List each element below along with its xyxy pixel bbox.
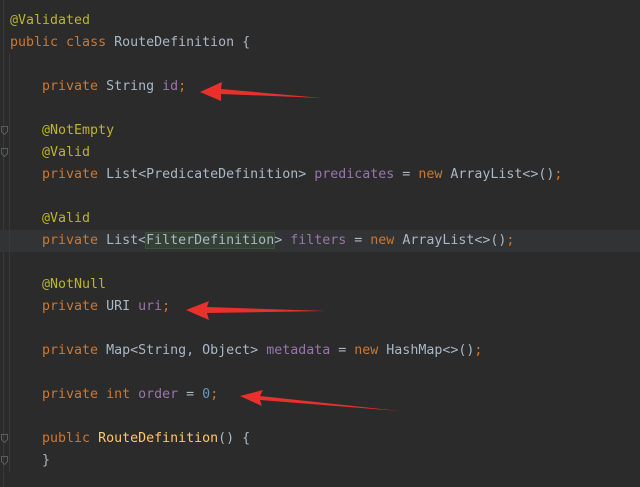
code-text: public RouteDefinition() { bbox=[10, 428, 250, 450]
code-text: @NotNull bbox=[10, 274, 106, 296]
code-text: @Valid bbox=[10, 142, 90, 164]
code-line[interactable]: public class RouteDefinition { bbox=[0, 32, 640, 54]
code-token: uri bbox=[138, 299, 163, 314]
code-token: private bbox=[10, 387, 107, 402]
code-token: private bbox=[10, 233, 107, 248]
code-text: } bbox=[10, 450, 50, 472]
code-token: FilterDefinition bbox=[145, 232, 276, 249]
indent-guide bbox=[9, 98, 10, 120]
code-line[interactable]: private Map<String, Object> metadata = n… bbox=[0, 340, 640, 362]
code-token: List< bbox=[106, 233, 147, 248]
code-text: private List<FilterDefinition> filters =… bbox=[10, 230, 514, 252]
indent-guide bbox=[9, 406, 10, 428]
code-token: } bbox=[10, 453, 51, 468]
indent-guide bbox=[9, 186, 10, 208]
code-line[interactable]: @Valid bbox=[0, 142, 640, 164]
code-text: @Valid bbox=[10, 208, 90, 230]
code-line[interactable] bbox=[0, 318, 640, 340]
code-token: ; bbox=[554, 167, 563, 182]
code-token: > bbox=[274, 233, 291, 248]
code-token: predicates bbox=[314, 167, 395, 182]
code-line[interactable]: private URI uri; bbox=[0, 296, 640, 318]
code-token: metadata bbox=[266, 343, 331, 358]
code-line[interactable]: @NotNull bbox=[0, 274, 640, 296]
code-token: = bbox=[346, 233, 371, 248]
code-token: int bbox=[106, 387, 139, 402]
code-token: RouteDefinition bbox=[98, 431, 219, 446]
code-line[interactable]: @NotEmpty bbox=[0, 120, 640, 142]
code-line[interactable]: } bbox=[0, 450, 640, 472]
code-token: ; bbox=[474, 343, 483, 358]
code-text: public class RouteDefinition { bbox=[10, 32, 250, 54]
code-text: private Map<String, Object> metadata = n… bbox=[10, 340, 482, 362]
code-token: = bbox=[178, 387, 203, 402]
code-token: ; bbox=[506, 233, 515, 248]
code-token: Map<String, Object> bbox=[106, 343, 267, 358]
code-text: @Validated bbox=[10, 10, 90, 32]
code-token: new bbox=[370, 233, 403, 248]
code-line[interactable] bbox=[0, 98, 640, 120]
code-token: @NotEmpty bbox=[10, 123, 115, 138]
indent-guide bbox=[9, 54, 10, 76]
code-line[interactable] bbox=[0, 186, 640, 208]
code-token: public bbox=[10, 35, 67, 50]
code-text: private int order = 0; bbox=[10, 384, 218, 406]
code-token: @Valid bbox=[10, 211, 91, 226]
code-token: = bbox=[394, 167, 419, 182]
fold-marker-icon[interactable] bbox=[1, 126, 8, 135]
code-token: RouteDefinition { bbox=[114, 35, 251, 50]
code-line[interactable]: private String id; bbox=[0, 76, 640, 98]
code-token: public bbox=[10, 431, 99, 446]
code-token: String bbox=[106, 79, 163, 94]
code-token: private bbox=[10, 343, 107, 358]
code-line[interactable]: private List<FilterDefinition> filters =… bbox=[0, 230, 640, 252]
code-token: 0 bbox=[202, 387, 211, 402]
fold-marker-icon[interactable] bbox=[1, 148, 8, 157]
code-token: List<PredicateDefinition> bbox=[106, 167, 315, 182]
fold-marker-icon[interactable] bbox=[1, 434, 8, 443]
code-token: new bbox=[354, 343, 387, 358]
code-line[interactable]: private int order = 0; bbox=[0, 384, 640, 406]
code-token: ; bbox=[210, 387, 219, 402]
code-token: @Validated bbox=[10, 13, 91, 28]
code-token: ; bbox=[178, 79, 187, 94]
code-line[interactable] bbox=[0, 54, 640, 76]
code-token: class bbox=[66, 35, 115, 50]
code-token: private bbox=[10, 79, 107, 94]
code-token: HashMap<>() bbox=[386, 343, 475, 358]
code-line[interactable]: @Valid bbox=[0, 208, 640, 230]
indent-guide bbox=[9, 252, 10, 274]
code-line[interactable]: @Validated bbox=[0, 10, 640, 32]
code-text: @NotEmpty bbox=[10, 120, 114, 142]
code-line[interactable] bbox=[0, 252, 640, 274]
code-token: () { bbox=[218, 431, 251, 446]
fold-marker-icon[interactable] bbox=[1, 456, 8, 465]
code-line[interactable] bbox=[0, 362, 640, 384]
code-text: private String id; bbox=[10, 76, 186, 98]
code-token: new bbox=[418, 167, 451, 182]
code-text: private List<PredicateDefinition> predic… bbox=[10, 164, 562, 186]
code-token: = bbox=[330, 343, 355, 358]
code-token: @Valid bbox=[10, 145, 91, 160]
code-token: ArrayList<>() bbox=[402, 233, 507, 248]
code-text: private URI uri; bbox=[10, 296, 170, 318]
indent-guide bbox=[9, 362, 10, 384]
code-token: private bbox=[10, 299, 107, 314]
indent-guide bbox=[9, 318, 10, 340]
code-line[interactable] bbox=[0, 406, 640, 428]
code-token: order bbox=[138, 387, 179, 402]
code-line[interactable]: private List<PredicateDefinition> predic… bbox=[0, 164, 640, 186]
code-editor[interactable]: @Validated public class RouteDefinition {… bbox=[0, 0, 640, 487]
code-line[interactable]: public RouteDefinition() { bbox=[0, 428, 640, 450]
code-token: URI bbox=[106, 299, 139, 314]
code-token: filters bbox=[290, 233, 347, 248]
code-token: private bbox=[10, 167, 107, 182]
code-token: id bbox=[162, 79, 179, 94]
code-token: ; bbox=[162, 299, 171, 314]
code-token: ArrayList<>() bbox=[450, 167, 555, 182]
code-token: @NotNull bbox=[10, 277, 107, 292]
